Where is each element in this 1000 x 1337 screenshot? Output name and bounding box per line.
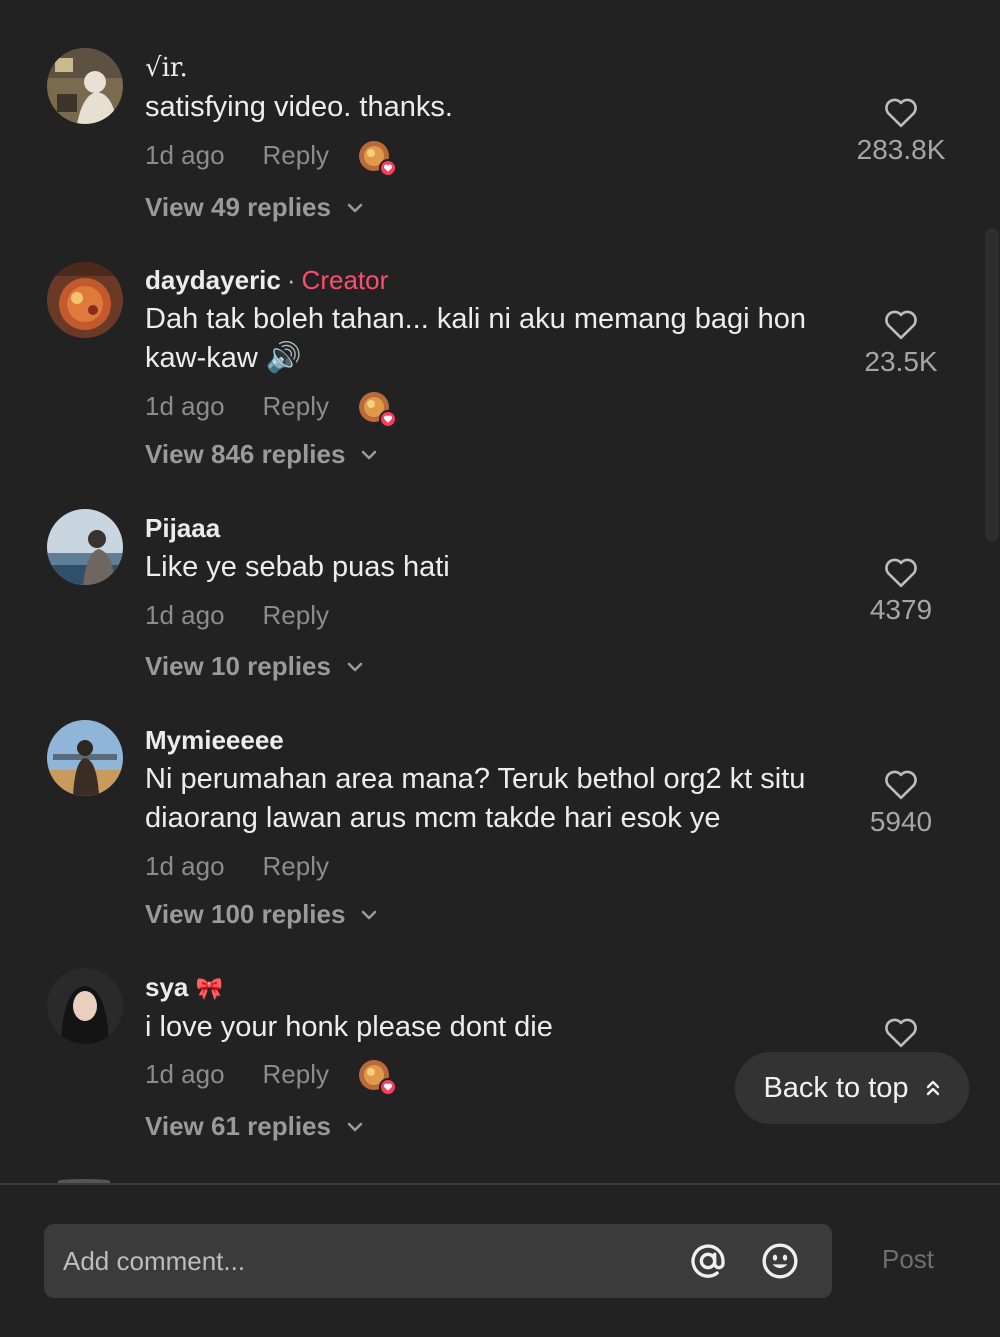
like-button[interactable] [840, 1016, 962, 1048]
avatar[interactable] [47, 720, 123, 796]
comment-timestamp: 1d ago [145, 391, 225, 421]
post-button[interactable]: Post [882, 1244, 934, 1275]
chevrons-up-icon [926, 1080, 939, 1096]
avatar-image [47, 720, 123, 796]
heart-icon [379, 1077, 398, 1096]
comment-meta: 1d ago Reply [145, 851, 329, 882]
like-button[interactable]: 5940 [840, 768, 962, 838]
comment-meta: 1d ago Reply [145, 1059, 398, 1096]
comment-text: Dah tak boleh tahan... kali ni aku meman… [145, 303, 806, 374]
chevron-down-icon [362, 910, 377, 919]
comment-meta: 1d ago Reply [145, 140, 398, 177]
chevron-down-icon [362, 450, 377, 459]
comment-composer [44, 1224, 832, 1298]
view-replies-button[interactable]: View 846 replies [145, 439, 379, 470]
username-text: √ [145, 53, 162, 83]
username-suffix: 🎀 [195, 976, 224, 1001]
heart-icon [885, 98, 917, 128]
comment-text: Ni perumahan area mana? Teruk bethol org… [145, 763, 806, 834]
like-count: 23.5K [864, 346, 938, 377]
comment-username[interactable]: √ir. [145, 52, 188, 83]
comment-username[interactable]: sya 🎀 [145, 972, 223, 1003]
chevron-down-icon [347, 662, 363, 671]
view-replies-label: View 49 replies [145, 192, 331, 222]
heart-icon [885, 310, 917, 340]
comment-text: i love your honk please dont die [145, 1011, 553, 1043]
comment-text: Like ye sebab puas hati [145, 551, 450, 583]
heart-icon [885, 558, 917, 588]
reply-button[interactable]: Reply [263, 1059, 329, 1090]
comment-text: satisfying video. thanks. [145, 91, 453, 123]
avatar-image [47, 48, 123, 124]
avatar[interactable] [47, 968, 123, 1044]
heart-icon [379, 158, 398, 177]
like-count: 5940 [869, 806, 933, 837]
comment-username[interactable]: Mymieeeee [145, 725, 284, 756]
back-to-top-label: Back to top [763, 1071, 909, 1104]
view-replies-button[interactable]: View 100 replies [145, 899, 379, 930]
creator-liked-indicator [359, 1059, 398, 1096]
view-replies-label: View 61 replies [145, 1111, 331, 1141]
badge-separator: · [286, 265, 296, 295]
like-button[interactable]: 283.8K [840, 96, 962, 166]
avatar[interactable] [47, 262, 123, 338]
view-replies-button[interactable]: View 49 replies [145, 192, 365, 223]
comment-input[interactable] [63, 1245, 688, 1277]
view-replies-label: View 100 replies [145, 899, 346, 929]
view-replies-button[interactable]: View 61 replies [145, 1111, 365, 1142]
avatar-image [47, 262, 123, 338]
like-button[interactable]: 23.5K [840, 308, 962, 378]
comment-meta: 1d ago Reply [145, 600, 329, 631]
comment-meta: 1d ago Reply [145, 391, 398, 428]
avatar[interactable] [47, 509, 123, 585]
creator-liked-indicator [359, 391, 398, 428]
reply-button[interactable]: Reply [263, 140, 329, 171]
username-text: daydayeric [145, 265, 281, 295]
like-button[interactable]: 4379 [840, 556, 962, 626]
comment-timestamp: 1d ago [145, 851, 225, 881]
like-count: 4379 [869, 594, 933, 625]
creator-liked-indicator [359, 140, 398, 177]
comment-timestamp: 1d ago [145, 1059, 225, 1089]
comments-panel: √ir. satisfying video. thanks. 1d ago Re… [0, 0, 1000, 1337]
heart-icon [885, 770, 917, 800]
scrollbar[interactable] [985, 228, 999, 542]
avatar-image [47, 509, 123, 585]
comment-username[interactable]: Pijaaa [145, 513, 220, 544]
comment-username[interactable]: daydayeric · Creator [145, 265, 388, 296]
view-replies-label: View 846 replies [145, 439, 346, 469]
view-replies-button[interactable]: View 10 replies [145, 651, 365, 682]
heart-icon [885, 1018, 917, 1048]
avatar-image [47, 968, 123, 1044]
like-count: 283.8K [856, 134, 946, 165]
avatar[interactable] [47, 48, 123, 124]
comment-timestamp: 1d ago [145, 140, 225, 170]
chevron-down-icon [347, 1122, 363, 1131]
back-to-top-button[interactable]: Back to top [735, 1052, 969, 1124]
reply-button[interactable]: Reply [263, 391, 329, 422]
username-text: sya [145, 972, 189, 1002]
creator-badge: Creator [301, 265, 389, 295]
comment-timestamp: 1d ago [145, 600, 225, 630]
username-suffix: ir. [161, 53, 188, 83]
view-replies-label: View 10 replies [145, 651, 331, 681]
chevron-down-icon [347, 203, 363, 212]
at-sign-icon[interactable] [688, 1241, 728, 1281]
reply-button[interactable]: Reply [263, 851, 329, 882]
reply-button[interactable]: Reply [263, 600, 329, 631]
composer-divider [0, 1183, 1000, 1185]
heart-icon [379, 409, 398, 428]
emoji-icon[interactable] [760, 1241, 800, 1281]
